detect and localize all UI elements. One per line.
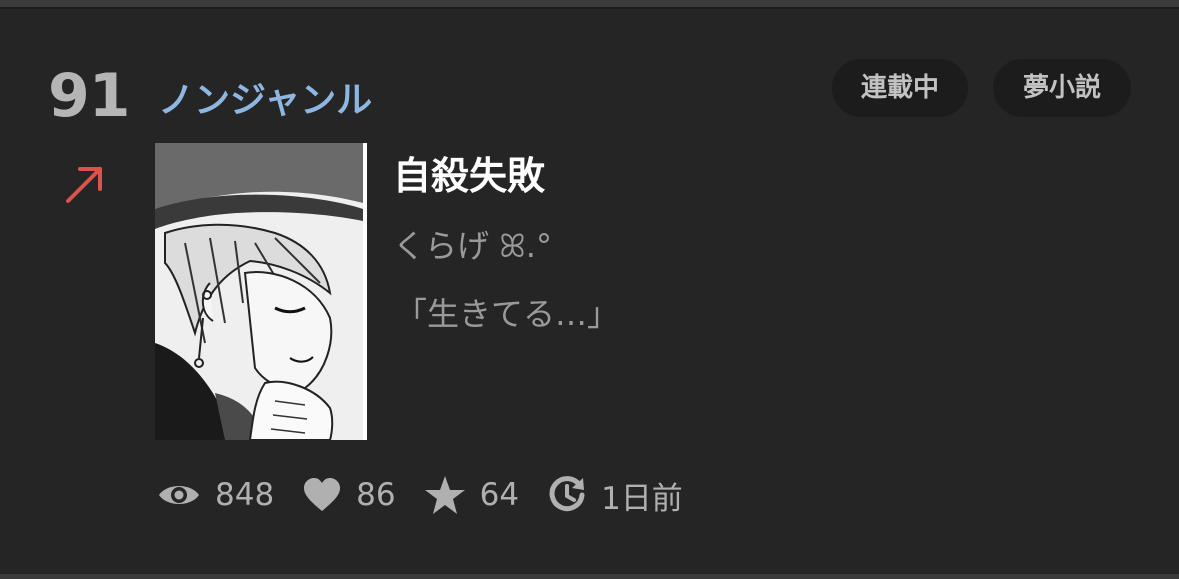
likes-stat: 86 bbox=[302, 477, 396, 513]
top-divider bbox=[0, 0, 1179, 9]
updated-time: 1日前 bbox=[601, 480, 683, 517]
views-stat: 848 bbox=[157, 477, 274, 513]
stars-count: 64 bbox=[479, 477, 520, 513]
star-icon bbox=[424, 476, 465, 514]
category-badge: 夢小説 bbox=[993, 59, 1131, 117]
arrow-up-right-icon bbox=[66, 167, 102, 203]
heart-icon bbox=[304, 478, 341, 511]
stats-row: 848 86 64 1日前 bbox=[157, 473, 711, 517]
genre-link[interactable]: ノンジャンル bbox=[158, 71, 372, 123]
stars-stat: 64 bbox=[424, 475, 519, 515]
manga-cover-image bbox=[155, 143, 367, 440]
cover-image[interactable] bbox=[155, 143, 367, 440]
views-count: 848 bbox=[215, 477, 275, 513]
catchphrase: 「生きてる…」 bbox=[395, 295, 620, 333]
rank-number: 91 bbox=[48, 61, 130, 131]
likes-count: 86 bbox=[356, 477, 396, 513]
bottom-divider bbox=[0, 574, 1179, 579]
author-name[interactable]: くらげ ꕤ.° bbox=[393, 221, 552, 267]
history-clock-icon bbox=[549, 476, 585, 512]
ranking-entry[interactable]: 91 ノンジャンル 連載中 夢小説 自殺失敗 くらげ ꕤ.° 「生きてる…」 8… bbox=[0, 9, 1179, 574]
eye-icon bbox=[159, 486, 199, 504]
updated-stat: 1日前 bbox=[547, 473, 683, 518]
status-badge: 連載中 bbox=[832, 59, 968, 117]
work-title[interactable]: 自殺失敗 bbox=[393, 145, 545, 200]
